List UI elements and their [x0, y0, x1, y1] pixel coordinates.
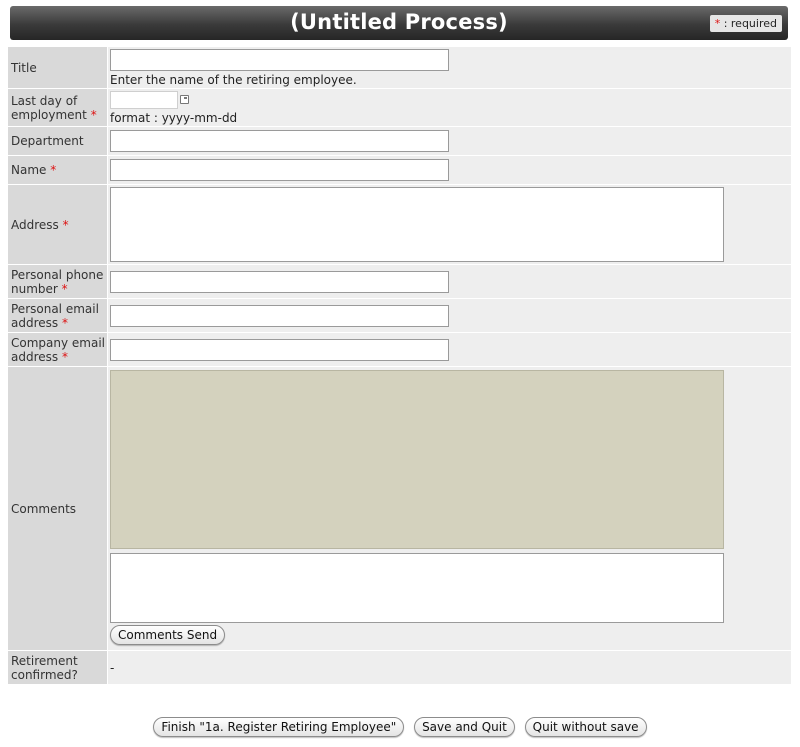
cell-company-email	[107, 332, 792, 367]
cell-title: Enter the name of the retiring employee.	[107, 46, 792, 89]
personal-phone-input[interactable]	[110, 270, 449, 293]
cell-personal-phone	[107, 264, 792, 299]
title-hint: Enter the name of the retiring employee.	[110, 72, 357, 87]
address-textarea[interactable]	[110, 187, 724, 262]
label-phone-line2: number	[11, 281, 58, 296]
label-comments-text: Comments	[11, 501, 77, 516]
date-format-hint: format : yyyy-mm-dd	[110, 110, 238, 125]
row-address: Address *	[7, 184, 792, 265]
last-day-input[interactable]	[110, 90, 178, 109]
required-star: *	[61, 349, 68, 364]
row-retirement-confirmed: Retirement confirmed? -	[7, 650, 792, 685]
save-and-quit-button[interactable]: Save and Quit	[414, 717, 515, 737]
label-phone-line1: Personal phone	[11, 267, 104, 282]
cell-name	[107, 155, 792, 185]
required-legend: * : required	[709, 15, 782, 32]
required-star: *	[90, 107, 97, 122]
personal-email-input[interactable]	[110, 304, 449, 327]
label-last-day-line2: employment	[11, 107, 87, 122]
label-cemail-line2: address	[11, 349, 59, 364]
retirement-confirmed-value: -	[110, 660, 115, 675]
title-input[interactable]	[110, 48, 449, 71]
calendar-icon[interactable]	[180, 95, 189, 104]
quit-without-save-button[interactable]: Quit without save	[524, 717, 647, 737]
cell-personal-email	[107, 298, 792, 333]
required-star: *	[62, 217, 69, 232]
row-personal-phone: Personal phone number *	[7, 264, 792, 299]
label-comments: Comments	[7, 366, 108, 651]
cell-department	[107, 126, 792, 156]
row-personal-email: Personal email address *	[7, 298, 792, 333]
label-department: Department	[7, 126, 108, 156]
label-address-text: Address	[11, 217, 59, 232]
row-company-email: Company email address *	[7, 332, 792, 367]
label-retirement-confirmed: Retirement confirmed?	[7, 650, 108, 685]
required-star: *	[50, 163, 57, 177]
label-company-email: Company email address *	[7, 332, 108, 367]
label-pemail-line1: Personal email	[11, 301, 99, 316]
label-address: Address *	[7, 184, 108, 265]
label-retire-line1: Retirement	[11, 653, 78, 668]
cell-address	[107, 184, 792, 265]
label-retire-line2: confirmed?	[11, 667, 78, 682]
comments-history-panel	[110, 370, 724, 549]
finish-button[interactable]: Finish "1a. Register Retiring Employee"	[153, 717, 405, 737]
page-title: (Untitled Process)	[290, 10, 508, 34]
row-last-day: Last day of employment * format : yyyy-m…	[7, 88, 792, 127]
required-star: *	[61, 281, 68, 296]
label-name: Name *	[7, 155, 108, 185]
label-title: Title	[7, 46, 108, 89]
label-name-text: Name	[11, 163, 47, 177]
comments-textarea[interactable]	[110, 553, 724, 623]
department-input[interactable]	[110, 130, 449, 152]
label-personal-phone: Personal phone number *	[7, 264, 108, 299]
required-legend-text: : required	[723, 17, 777, 30]
label-last-day: Last day of employment *	[7, 88, 108, 127]
label-pemail-line2: address	[11, 315, 59, 330]
label-last-day-line1: Last day of	[11, 93, 78, 108]
cell-comments: Comments Send	[107, 366, 792, 651]
required-star: *	[714, 17, 721, 30]
label-title-text: Title	[11, 60, 37, 75]
cell-retirement-confirmed: -	[107, 650, 792, 685]
action-bar: Finish "1a. Register Retiring Employee" …	[0, 717, 800, 737]
label-personal-email: Personal email address *	[7, 298, 108, 333]
process-form: Title Enter the name of the retiring emp…	[7, 46, 792, 685]
company-email-input[interactable]	[110, 338, 449, 361]
comments-send-button[interactable]: Comments Send	[110, 625, 226, 645]
row-comments: Comments Comments Send	[7, 366, 792, 651]
row-title: Title Enter the name of the retiring emp…	[7, 46, 792, 89]
name-input[interactable]	[110, 159, 449, 181]
label-department-text: Department	[11, 134, 84, 148]
process-title-bar: (Untitled Process) * : required	[10, 6, 788, 40]
label-cemail-line1: Company email	[11, 335, 105, 350]
row-department: Department	[7, 126, 792, 156]
required-star: *	[61, 315, 68, 330]
cell-last-day: format : yyyy-mm-dd	[107, 88, 792, 127]
row-name: Name *	[7, 155, 792, 185]
